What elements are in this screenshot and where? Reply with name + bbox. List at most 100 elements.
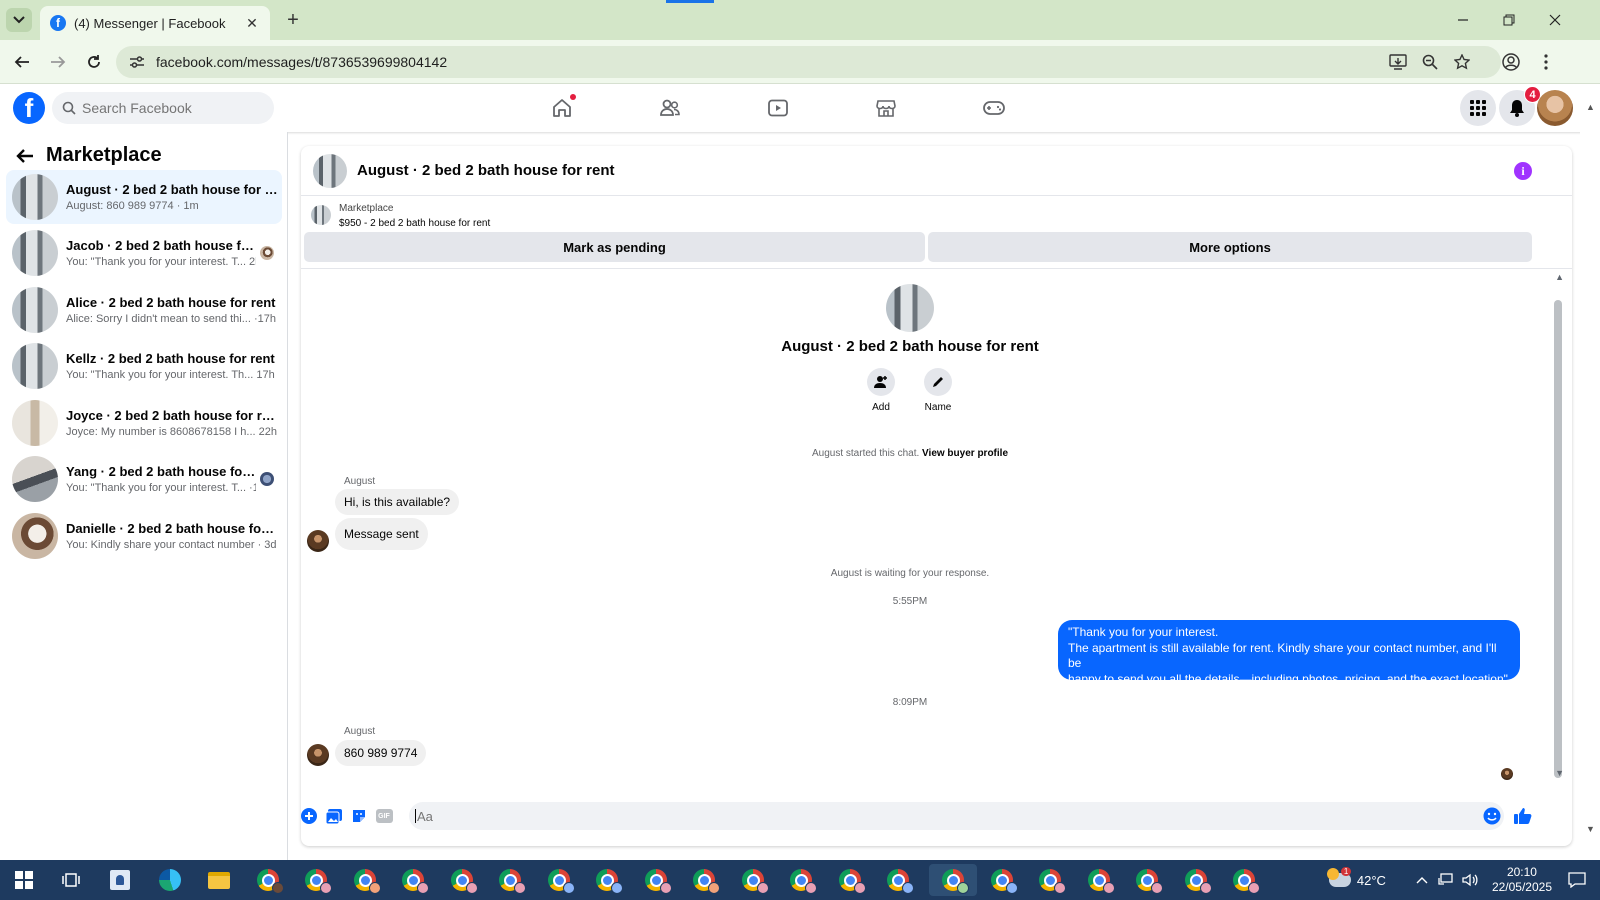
- chat-title[interactable]: August · 2 bed 2 bath house for rent: [357, 162, 615, 179]
- taskbar-chrome[interactable]: [1178, 864, 1214, 896]
- volume-icon[interactable]: [1462, 873, 1478, 887]
- browser-menu-icon[interactable]: [1533, 48, 1559, 76]
- sender-avatar[interactable]: [307, 744, 329, 766]
- taskbar-chrome[interactable]: [492, 864, 528, 896]
- more-actions-icon[interactable]: [299, 806, 319, 826]
- omnibox[interactable]: facebook.com/messages/t/8736539699804142: [116, 46, 1501, 78]
- new-tab-button[interactable]: +: [280, 8, 306, 32]
- message-input-wrapper[interactable]: [409, 802, 1504, 830]
- taskbar-chrome[interactable]: [395, 864, 431, 896]
- start-button[interactable]: [6, 864, 42, 896]
- incoming-message[interactable]: Message sent: [335, 518, 428, 550]
- bookmark-star-icon[interactable]: [1449, 48, 1475, 76]
- nav-video[interactable]: [728, 88, 828, 128]
- chat-avatar[interactable]: [313, 153, 347, 188]
- page-scroll-down-icon[interactable]: ▼: [1586, 824, 1595, 834]
- sender-avatar[interactable]: [307, 530, 329, 552]
- back-arrow-icon[interactable]: [14, 145, 36, 167]
- nav-marketplace[interactable]: [836, 88, 936, 128]
- taskbar-chrome[interactable]: [880, 864, 916, 896]
- conversation-item[interactable]: Jacob · 2 bed 2 bath house for r... You: …: [6, 226, 282, 280]
- taskbar-chrome[interactable]: [1032, 864, 1068, 896]
- menu-button[interactable]: [1460, 90, 1496, 126]
- notification-center-icon[interactable]: [1568, 872, 1586, 888]
- scrollbar-thumb[interactable]: [1554, 300, 1562, 778]
- taskbar-chrome[interactable]: [783, 864, 819, 896]
- taskbar-chrome[interactable]: [541, 864, 577, 896]
- profile-icon[interactable]: [1498, 48, 1524, 76]
- page-scroll-up-icon[interactable]: ▲: [1586, 102, 1595, 112]
- forward-icon[interactable]: [44, 48, 72, 76]
- conversation-item[interactable]: Kellz · 2 bed 2 bath house for rent You: …: [6, 339, 282, 393]
- listing-summary[interactable]: Marketplace $950 - 2 bed 2 bath house fo…: [301, 196, 1572, 232]
- scroll-down-icon[interactable]: ▼: [1555, 768, 1564, 778]
- facebook-logo[interactable]: f: [13, 92, 45, 124]
- scroll-up-icon[interactable]: ▲: [1555, 272, 1564, 282]
- mark-as-pending-button[interactable]: Mark as pending: [304, 232, 925, 262]
- back-icon[interactable]: [8, 48, 36, 76]
- taskbar-chrome[interactable]: [686, 864, 722, 896]
- taskbar-chrome[interactable]: [444, 864, 480, 896]
- add-people-button[interactable]: Add: [851, 368, 911, 413]
- tray-overflow-icon[interactable]: [1416, 876, 1428, 884]
- incoming-message[interactable]: 860 989 9774: [335, 740, 427, 766]
- sticker-icon[interactable]: [349, 806, 369, 826]
- facebook-search[interactable]: [52, 92, 274, 124]
- nav-home[interactable]: [512, 88, 612, 128]
- install-app-icon[interactable]: [1385, 48, 1411, 76]
- conversation-item[interactable]: Danielle · 2 bed 2 bath house for r... Yo…: [6, 509, 282, 563]
- network-icon[interactable]: [1438, 873, 1454, 887]
- photo-icon[interactable]: [324, 806, 344, 826]
- info-icon[interactable]: i: [1514, 162, 1532, 180]
- conversation-item[interactable]: Alice · 2 bed 2 bath house for rent Alice…: [6, 283, 282, 337]
- tab-close-icon[interactable]: ✕: [244, 15, 260, 32]
- emoji-icon[interactable]: [1482, 806, 1502, 826]
- reload-icon[interactable]: [80, 48, 108, 76]
- conversation-item[interactable]: Yang · 2 bed 2 bath house for rent You: "…: [6, 452, 282, 506]
- taskbar-chrome[interactable]: [1081, 864, 1117, 896]
- taskbar-chrome[interactable]: [250, 864, 286, 896]
- gif-icon[interactable]: GIF: [374, 806, 394, 826]
- name-chat-button[interactable]: Name: [908, 368, 968, 413]
- close-window-icon[interactable]: [1532, 6, 1578, 34]
- taskbar-chrome[interactable]: [347, 864, 383, 896]
- incoming-message[interactable]: Hi, is this available?: [335, 489, 460, 515]
- weather-temperature[interactable]: 42°C: [1357, 873, 1386, 888]
- taskbar-chrome[interactable]: [735, 864, 771, 896]
- taskbar-chrome[interactable]: [1226, 864, 1262, 896]
- outgoing-message[interactable]: "Thank you for your interest. The apartm…: [1058, 620, 1520, 686]
- nav-friends[interactable]: [620, 88, 720, 128]
- taskbar-chrome[interactable]: [832, 864, 868, 896]
- browser-tab[interactable]: f (4) Messenger | Facebook ✕: [40, 6, 270, 40]
- clock[interactable]: 20:10 22/05/2025: [1492, 865, 1552, 895]
- group-avatar[interactable]: [886, 284, 934, 332]
- taskbar-chrome[interactable]: [589, 864, 625, 896]
- conversation-item[interactable]: Joyce · 2 bed 2 bath house for rent Joyce…: [6, 396, 282, 450]
- taskbar-chrome[interactable]: [298, 864, 334, 896]
- more-options-button[interactable]: More options: [928, 232, 1532, 262]
- nav-gaming[interactable]: [944, 88, 1044, 128]
- account-avatar[interactable]: [1537, 90, 1573, 126]
- taskbar-chrome[interactable]: [984, 864, 1020, 896]
- page-scrollbar[interactable]: ▲ ▼: [1580, 102, 1600, 860]
- zoom-icon[interactable]: [1417, 48, 1443, 76]
- notifications-button[interactable]: 4: [1499, 86, 1541, 126]
- taskbar-file-explorer[interactable]: [201, 864, 237, 896]
- weather-widget[interactable]: 1: [1326, 867, 1352, 887]
- url-text[interactable]: facebook.com/messages/t/8736539699804142: [156, 54, 447, 70]
- taskbar-chrome[interactable]: [1129, 864, 1165, 896]
- message-input[interactable]: [417, 808, 1417, 824]
- conversation-item[interactable]: August · 2 bed 2 bath house for rent Augu…: [6, 170, 282, 224]
- site-settings-icon[interactable]: [124, 49, 150, 75]
- thumbs-up-icon[interactable]: [1513, 806, 1533, 826]
- task-view-button[interactable]: [53, 864, 89, 896]
- search-input[interactable]: [82, 100, 262, 116]
- taskbar-chrome-active[interactable]: [929, 864, 977, 896]
- view-buyer-profile-link[interactable]: View buyer profile: [922, 448, 1008, 459]
- taskbar-chrome[interactable]: [638, 864, 674, 896]
- taskbar-edge[interactable]: [152, 864, 188, 896]
- minimize-icon[interactable]: [1440, 6, 1486, 34]
- taskbar-app[interactable]: [102, 864, 138, 896]
- tab-list-chevron-icon[interactable]: [6, 8, 32, 32]
- restore-icon[interactable]: [1486, 6, 1532, 34]
